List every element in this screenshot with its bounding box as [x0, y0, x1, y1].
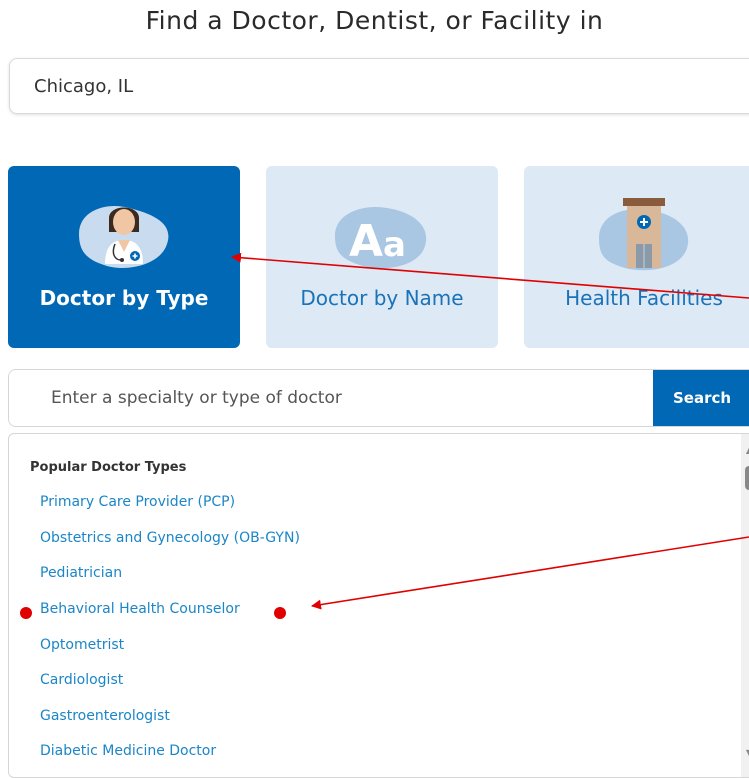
annotation-dot — [274, 607, 286, 619]
list-item[interactable]: Gastroenterologist — [40, 708, 170, 724]
svg-text:A: A — [349, 216, 383, 267]
list-item[interactable]: Obstetrics and Gynecology (OB-GYN) — [40, 530, 300, 546]
hospital-building-icon — [599, 198, 689, 271]
list-item[interactable]: Primary Care Provider (PCP) — [40, 494, 235, 510]
health-facilities-label: Health Facilities — [565, 286, 723, 310]
page-title: Find a Doctor, Dentist, or Facility in — [145, 6, 604, 35]
location-input[interactable]: Chicago, IL — [9, 58, 749, 114]
svg-text:a: a — [383, 225, 406, 265]
annotation-dot — [20, 607, 32, 619]
list-scrollbar[interactable]: ▲ ▼ — [741, 434, 749, 777]
scroll-down-arrow-icon[interactable]: ▼ — [741, 746, 749, 760]
scroll-up-arrow-icon[interactable]: ▲ — [741, 444, 749, 458]
doctor-by-type-label: Doctor by Type — [39, 286, 209, 310]
list-item[interactable]: Cardiologist — [40, 672, 123, 688]
list-item[interactable]: Behavioral Health Counselor — [40, 601, 240, 617]
doctor-by-name-label: Doctor by Name — [300, 286, 464, 310]
specialty-search-input[interactable] — [9, 370, 653, 426]
text-aa-icon: A a — [335, 207, 427, 269]
health-facilities-card[interactable]: Health Facilities — [524, 166, 749, 348]
popular-doctor-types-panel: Popular Doctor Types Primary Care Provid… — [8, 433, 749, 778]
specialty-search-bar: Search — [8, 369, 749, 427]
popular-doctor-types-heading: Popular Doctor Types — [30, 460, 187, 475]
search-button[interactable]: Search — [653, 370, 749, 426]
scrollbar-thumb[interactable] — [745, 466, 749, 490]
list-item[interactable]: Optometrist — [40, 637, 124, 653]
list-item[interactable]: Pediatrician — [40, 565, 122, 581]
doctor-icon — [79, 205, 169, 268]
location-value: Chicago, IL — [34, 75, 134, 97]
doctor-by-type-card[interactable]: Doctor by Type — [8, 166, 240, 348]
doctor-by-name-card[interactable]: A a Doctor by Name — [266, 166, 498, 348]
list-item[interactable]: Diabetic Medicine Doctor — [40, 743, 216, 759]
